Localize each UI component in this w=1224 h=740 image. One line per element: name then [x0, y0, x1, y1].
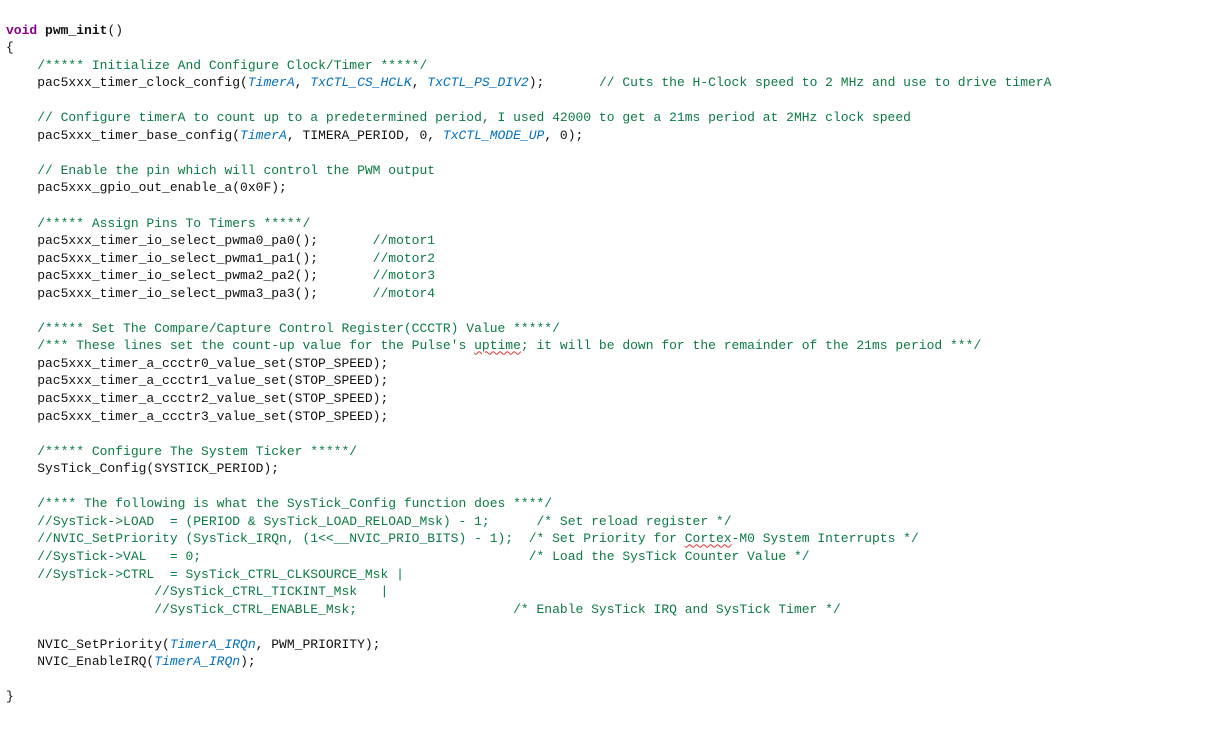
comment-section-header: /***** Configure The System Ticker *****… — [37, 444, 357, 459]
comment-section-header: /**** The following is what the SysTick_… — [37, 496, 552, 511]
brace-open: { — [6, 40, 14, 55]
code-line: NVIC_EnableIRQ( — [6, 654, 154, 669]
enum-value: TimerA — [248, 75, 295, 90]
comment-line: //SysTick_CTRL_ENABLE_Msk; /* Enable Sys… — [37, 602, 841, 617]
spellcheck-word: Cortex — [685, 531, 732, 546]
code-line: NVIC_SetPriority( — [6, 637, 170, 652]
code-line: pac5xxx_timer_io_select_pwma2_pa2(); — [6, 268, 318, 283]
code-line: pac5xxx_gpio_out_enable_a(0x0F); — [6, 180, 287, 195]
comment-line-post: ; it will be down for the remainder of t… — [521, 338, 981, 353]
comment-inline: // Cuts the H-Clock speed to 2 MHz and u… — [599, 75, 1051, 90]
keyword-void: void — [6, 23, 37, 38]
comment-inline: //motor4 — [373, 286, 435, 301]
code-line: pac5xxx_timer_io_select_pwma0_pa0(); — [6, 233, 318, 248]
pad — [318, 268, 373, 283]
enum-value: TimerA_IRQn — [170, 637, 256, 652]
comment-inline: //motor2 — [373, 251, 435, 266]
comment-line-pre: /*** These lines set the count-up value … — [37, 338, 474, 353]
code-line: pac5xxx_timer_base_config( — [6, 128, 240, 143]
enum-value: TxCTL_PS_DIV2 — [427, 75, 528, 90]
pad — [318, 286, 373, 301]
pad — [318, 233, 373, 248]
enum-value: TxCTL_MODE_UP — [443, 128, 544, 143]
comment-line-post: -M0 System Interrupts */ — [732, 531, 919, 546]
code-line: pac5xxx_timer_clock_config( — [6, 75, 248, 90]
code-seg: , 0); — [544, 128, 583, 143]
pad — [318, 251, 373, 266]
code-line: pac5xxx_timer_a_ccctr0_value_set(STOP_SP… — [6, 356, 388, 371]
punct: , — [295, 75, 311, 90]
brace-close: } — [6, 689, 14, 704]
code-line: pac5xxx_timer_a_ccctr2_value_set(STOP_SP… — [6, 391, 388, 406]
code-line: SysTick_Config(SYSTICK_PERIOD); — [6, 461, 279, 476]
comment-inline: //motor3 — [373, 268, 435, 283]
code-line: pac5xxx_timer_io_select_pwma3_pa3(); — [6, 286, 318, 301]
enum-value: TimerA — [240, 128, 287, 143]
spellcheck-word: uptime — [474, 338, 521, 353]
punct: , — [412, 75, 428, 90]
code-line: pac5xxx_timer_io_select_pwma1_pa1(); — [6, 251, 318, 266]
code-seg: , PWM_PRIORITY); — [256, 637, 381, 652]
enum-value: TimerA_IRQn — [154, 654, 240, 669]
punct: ); — [529, 75, 545, 90]
code-block: void pwm_init() { /***** Initialize And … — [0, 0, 1224, 710]
function-name: pwm_init — [45, 23, 107, 38]
comment-section-header: /***** Initialize And Configure Clock/Ti… — [37, 58, 427, 73]
pad — [544, 75, 599, 90]
comment-line: //SysTick->VAL = 0; /* Load the SysTick … — [37, 549, 809, 564]
enum-value: TxCTL_CS_HCLK — [310, 75, 411, 90]
comment-line: // Configure timerA to count up to a pre… — [37, 110, 911, 125]
comment-line-pre: //NVIC_SetPriority (SysTick_IRQn, (1<<__… — [37, 531, 685, 546]
comment-inline: //motor1 — [373, 233, 435, 248]
comment-line: //SysTick->CTRL = SysTick_CTRL_CLKSOURCE… — [37, 567, 404, 582]
code-seg: ); — [240, 654, 256, 669]
code-line: pac5xxx_timer_a_ccctr1_value_set(STOP_SP… — [6, 373, 388, 388]
comment-section-header: /***** Set The Compare/Capture Control R… — [37, 321, 560, 336]
paren: () — [107, 23, 123, 38]
code-line: pac5xxx_timer_a_ccctr3_value_set(STOP_SP… — [6, 409, 388, 424]
code-seg: , TIMERA_PERIOD, 0, — [287, 128, 443, 143]
comment-line: //SysTick->LOAD = (PERIOD & SysTick_LOAD… — [37, 514, 731, 529]
comment-line: // Enable the pin which will control the… — [37, 163, 435, 178]
comment-section-header: /***** Assign Pins To Timers *****/ — [37, 216, 310, 231]
comment-line: //SysTick_CTRL_TICKINT_Msk | — [37, 584, 388, 599]
